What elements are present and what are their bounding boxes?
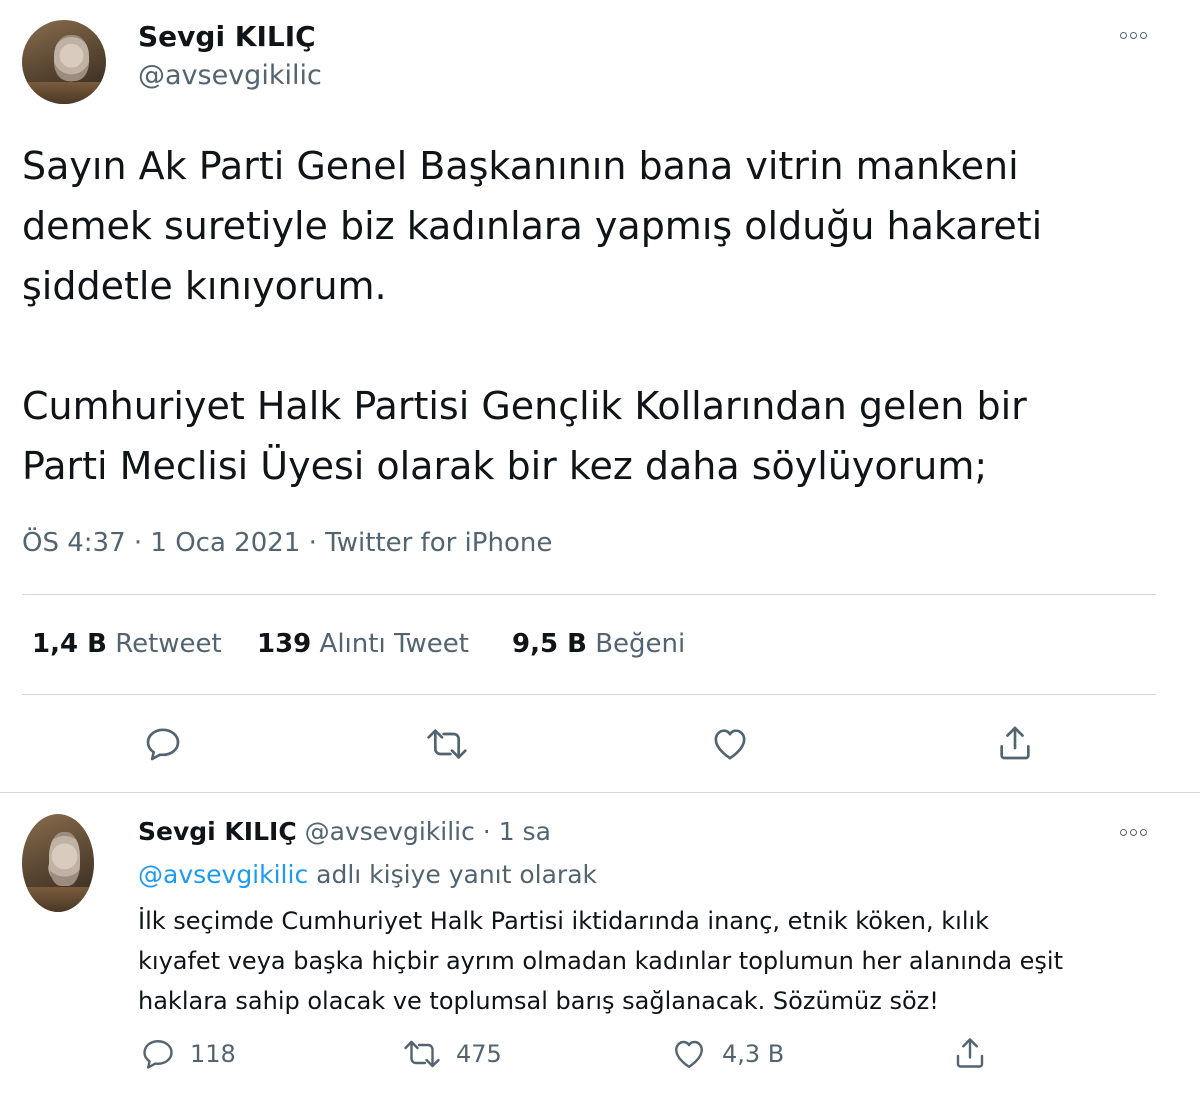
avatar[interactable]: [22, 20, 106, 104]
replying-to-handle[interactable]: @avsevgikilic: [138, 860, 308, 889]
retweet-icon: [404, 1040, 440, 1068]
tweet-text-line: demek suretiyle biz kadınlara yapmış old…: [22, 204, 1043, 248]
retweets-label: Retweet: [115, 629, 222, 659]
retweets-count: 1,4 B: [32, 629, 107, 659]
author-handle[interactable]: @avsevgikilic: [138, 60, 322, 91]
reply-icon: [143, 1040, 173, 1069]
reply-tweet-header: Sevgi KILIÇ @avsevgikilic · 1 sa: [138, 817, 551, 846]
reply-tweet-text: İlk seçimde Cumhuriyet Halk Partisi ikti…: [138, 901, 1063, 1021]
retweet-icon: [427, 729, 467, 759]
separator-dot: ·: [482, 817, 491, 846]
share-icon: [956, 1038, 984, 1068]
avatar[interactable]: [22, 814, 94, 912]
tweet-time[interactable]: 1 sa: [499, 817, 551, 846]
tweet-text-line: kıyafet veya başka hiçbir ayrım olmadan …: [138, 947, 1064, 975]
likes-count: 9,5 B: [512, 629, 587, 659]
quotes-stat[interactable]: 139 Alıntı Tweet: [257, 629, 469, 659]
tweet-timestamp[interactable]: ÖS 4:37 · 1 Oca 2021 · Twitter for iPhon…: [22, 528, 552, 558]
reply-icon: [146, 728, 180, 761]
tweet-text-line: İlk seçimde Cumhuriyet Halk Partisi ikti…: [138, 907, 990, 935]
tweet-text-line: Parti Meclisi Üyesi olarak bir kez daha …: [22, 444, 988, 488]
quotes-label: Alıntı Tweet: [319, 629, 469, 659]
like-icon: [675, 1040, 703, 1068]
reply-button[interactable]: 118: [140, 1036, 236, 1072]
tweet-text: Sayın Ak Parti Genel Başkanının bana vit…: [22, 136, 1182, 496]
author-handle[interactable]: @avsevgikilic: [305, 817, 475, 846]
divider: [22, 594, 1156, 595]
tweet-text-line: Sayın Ak Parti Genel Başkanının bana vit…: [22, 144, 1019, 188]
more-options-icon[interactable]: [1120, 829, 1147, 836]
reply-button[interactable]: [143, 724, 183, 768]
like-button[interactable]: 4,3 B: [670, 1036, 784, 1072]
share-icon: [1000, 726, 1030, 760]
share-button[interactable]: [995, 722, 1035, 768]
replying-to-label: adlı kişiye yanıt olarak: [316, 860, 597, 889]
like-button[interactable]: [709, 724, 751, 768]
retweet-button[interactable]: [425, 724, 469, 768]
more-options-icon[interactable]: [1120, 32, 1147, 39]
like-icon: [714, 729, 746, 760]
divider: [0, 792, 1200, 793]
like-count: 4,3 B: [722, 1040, 785, 1068]
likes-stat[interactable]: 9,5 B Beğeni: [512, 629, 685, 659]
author-display-name[interactable]: Sevgi KILIÇ: [138, 817, 297, 846]
tweet-text-line: haklara sahip olacak ve toplumsal barış …: [138, 987, 939, 1015]
tweet-text-line: şiddetle kınıyorum.: [22, 264, 387, 308]
likes-label: Beğeni: [595, 629, 686, 659]
retweet-count: 475: [456, 1040, 502, 1068]
retweet-button[interactable]: 475: [402, 1036, 502, 1072]
retweets-stat[interactable]: 1,4 B Retweet: [32, 629, 222, 659]
tweet-text-line: Cumhuriyet Halk Partisi Gençlik Kolların…: [22, 384, 1027, 428]
share-button[interactable]: [952, 1034, 988, 1076]
divider: [22, 694, 1156, 695]
reply-count: 118: [190, 1040, 236, 1068]
author-display-name[interactable]: Sevgi KILIÇ: [138, 20, 316, 53]
replying-to: @avsevgikilic adlı kişiye yanıt olarak: [138, 860, 597, 889]
quotes-count: 139: [257, 629, 312, 659]
